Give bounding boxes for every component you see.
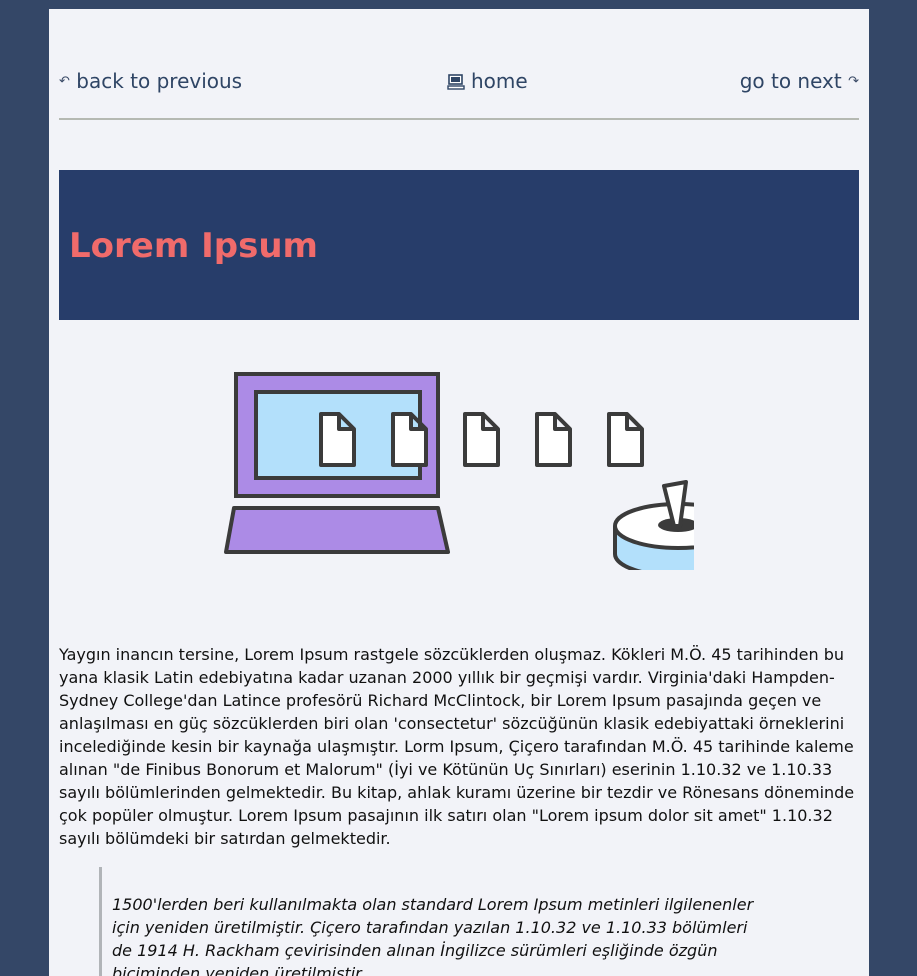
page-container: ↶ back to previous home go to next ↷ Lor… [49,9,869,976]
home-link[interactable]: home [447,69,528,96]
laptop-files-to-disk-illustration [224,370,743,578]
page-title: Lorem Ipsum [69,226,318,266]
blockquote-text: 1500'lerden beri kullanılmakta olan stan… [112,895,754,976]
undo-arrow-icon: ↶ [59,74,70,89]
go-to-next-link[interactable]: go to next ↷ [740,69,859,93]
back-to-previous-label: back to previous [76,69,243,93]
article-blockquote: 1500'lerden beri kullanılmakta olan stan… [99,867,779,976]
go-to-next-label: go to next [739,69,842,93]
back-to-previous-link[interactable]: ↶ back to previous [59,69,242,93]
nav-divider [59,118,859,120]
article-paragraph: Yaygın inancın tersine, Lorem Ipsum rast… [59,645,855,848]
redo-arrow-icon: ↷ [848,74,859,89]
top-navigation: ↶ back to previous home go to next ↷ [59,69,859,97]
computer-icon [447,72,465,96]
home-label: home [471,69,528,93]
title-banner: Lorem Ipsum [59,170,859,320]
